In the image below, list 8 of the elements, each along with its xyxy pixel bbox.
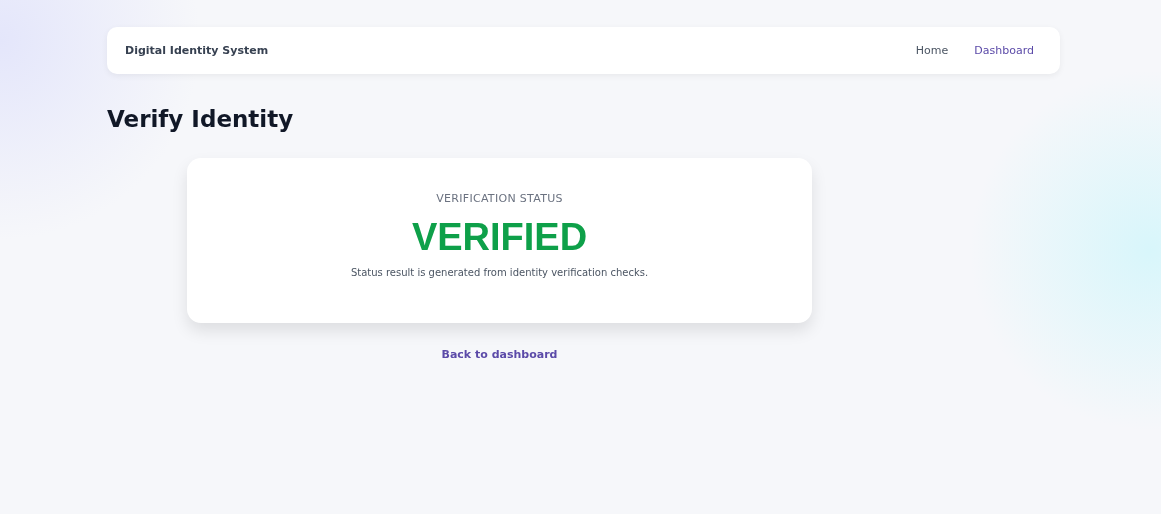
status-note: Status result is generated from identity verification checks.: [350, 267, 649, 278]
status-value: VERIFIED: [411, 215, 588, 259]
nav-link[interactable]: Dashboard: [974, 44, 1034, 57]
back-link[interactable]: Back to dashboard: [441, 348, 558, 361]
brand-title: Digital Identity System: [125, 44, 269, 57]
page-title: Verify Identity: [107, 105, 295, 134]
status-label: VERIFICATION STATUS: [436, 192, 563, 205]
nav-link[interactable]: Home: [915, 44, 949, 57]
